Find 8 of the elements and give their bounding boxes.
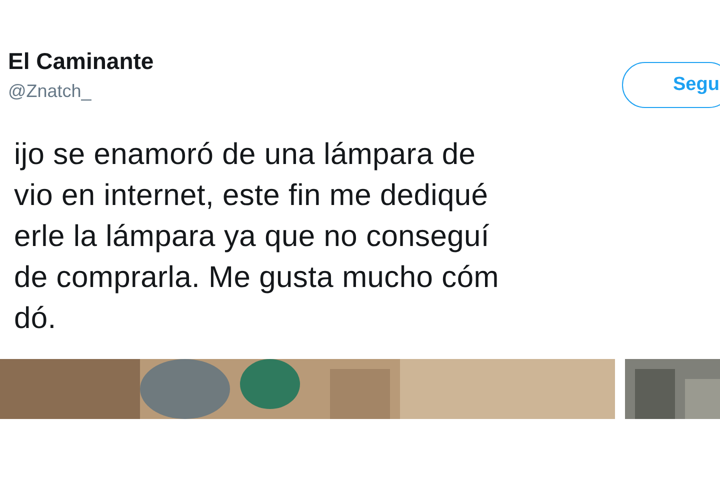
follow-button[interactable]: Segu (622, 62, 720, 108)
author-name[interactable]: El Caminante (8, 48, 154, 75)
tweet-text: ijo se enamoró de una lámpara de (14, 137, 476, 173)
tweet-text: de comprarla. Me gusta mucho cóm (14, 260, 499, 296)
author-handle[interactable]: @Znatch_ (8, 81, 154, 102)
tweet-text: erle la lámpara ya que no conseguí (14, 219, 490, 255)
tweet-text: dó. (14, 301, 56, 337)
tweet-text: vio en internet, este fin me dediqué (14, 178, 488, 214)
